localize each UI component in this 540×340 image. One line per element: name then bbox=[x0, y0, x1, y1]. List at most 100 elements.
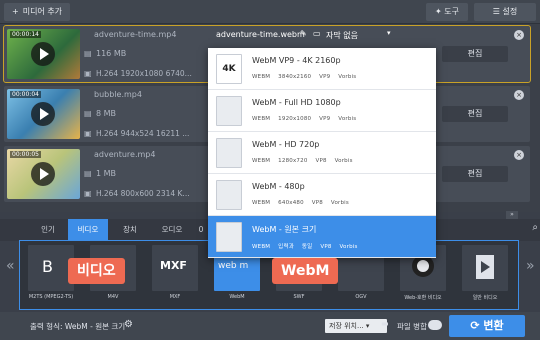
duration-label: 00:00:04 bbox=[10, 91, 41, 98]
close-icon[interactable]: × bbox=[514, 90, 524, 100]
tools-label: 도구 bbox=[444, 7, 459, 16]
format-label: MXF bbox=[169, 294, 181, 300]
video-thumbnail[interactable]: 00:00:05 bbox=[7, 149, 80, 199]
file-name: adventure-time.mp4 bbox=[94, 30, 177, 39]
subtitle-icon: ▭ bbox=[313, 29, 321, 38]
file-icon bbox=[216, 138, 242, 168]
video-info-icon: ▣ bbox=[84, 129, 92, 138]
chevron-down-icon[interactable]: ▾ bbox=[387, 29, 391, 37]
file-name: bubble.mp4 bbox=[94, 90, 142, 99]
search-icon[interactable]: ⌕ bbox=[532, 222, 538, 233]
video-thumbnail[interactable]: 00:00:04 bbox=[7, 89, 80, 139]
menu-icon: ☰ bbox=[492, 7, 500, 16]
tools-button[interactable]: ✦ 도구 bbox=[426, 3, 468, 21]
play-icon[interactable] bbox=[31, 162, 55, 186]
file-size-icon: ▤ bbox=[84, 109, 92, 118]
format-mxf[interactable]: MXF MXF bbox=[150, 245, 200, 309]
video-info-icon: ▣ bbox=[84, 189, 92, 198]
edit-button[interactable]: 편집 bbox=[442, 166, 508, 182]
collapse-chevron-icon[interactable]: » bbox=[506, 211, 518, 219]
scroll-left-icon[interactable]: « bbox=[6, 258, 15, 274]
format-label: SWF bbox=[293, 294, 305, 300]
convert-button[interactable]: ⟳ 변환 bbox=[449, 315, 525, 337]
preset-specs: WEBM 1920x1080 VP9 Vorbis bbox=[252, 116, 357, 122]
file-name: adventure.mp4 bbox=[94, 150, 156, 159]
preset-title: WebM - 480p bbox=[252, 182, 305, 191]
preset-item[interactable]: WebM - Full HD 1080p WEBM 1920x1080 VP9 … bbox=[208, 90, 436, 132]
video-info: H.264 1920x1080 6740... bbox=[96, 69, 192, 78]
video-info: H.264 800x600 2314 K... bbox=[96, 189, 190, 198]
save-location-button[interactable]: 저장 위치... ▾ bbox=[325, 319, 387, 333]
status-bar: 출력 형식: WebM - 원본 크기 ⚙ 저장 위치... ▾ ▬ 파일 병합… bbox=[0, 312, 540, 340]
video-callout: 비디오 bbox=[68, 258, 125, 284]
preset-item[interactable]: WebM - HD 720p WEBM 1280x720 VP8 Vorbis bbox=[208, 132, 436, 174]
video-info-icon: ▣ bbox=[84, 69, 92, 78]
pencil-icon[interactable]: ✎ bbox=[300, 29, 307, 38]
preset-item[interactable]: 4K WebM VP9 - 4K 2160p WEBM 3840x2160 VP… bbox=[208, 48, 436, 90]
file-icon bbox=[216, 96, 242, 126]
format-generic-video[interactable]: 일반 비디오 bbox=[460, 245, 510, 309]
format-label: 일반 비디오 bbox=[472, 295, 498, 301]
file-size: 116 MB bbox=[96, 49, 127, 58]
play-icon[interactable] bbox=[31, 42, 55, 66]
preset-specs: WEBM 640x480 VP8 Vorbis bbox=[252, 200, 349, 206]
subtitle-select[interactable]: 자막 없음 bbox=[326, 30, 358, 41]
format-label: M2TS (MPEG2-TS) bbox=[28, 294, 74, 300]
preset-title: WebM - Full HD 1080p bbox=[252, 98, 341, 107]
output-format-label: 출력 형식: WebM - 원본 크기 bbox=[30, 322, 126, 331]
tab-audio[interactable]: 오디오 bbox=[152, 219, 192, 241]
duration-label: 00:00:05 bbox=[10, 151, 41, 158]
duration-label: 00:00:14 bbox=[10, 31, 41, 38]
format-label: Web-호환 비디오 bbox=[404, 295, 442, 301]
tab-more[interactable]: 0 bbox=[194, 219, 208, 241]
save-location-label: 저장 위치... bbox=[329, 322, 364, 330]
file-size-icon: ▤ bbox=[84, 49, 92, 58]
webm-callout: WebM bbox=[272, 258, 339, 284]
video-info: H.264 944x524 16211 ... bbox=[96, 129, 190, 138]
preset-item-selected[interactable]: WebM - 원본 크기 WEBM 입력과 동일 VP8 Vorbis bbox=[208, 216, 436, 258]
preset-item[interactable]: WebM - 480p WEBM 640x480 VP8 Vorbis bbox=[208, 174, 436, 216]
convert-label: 변환 bbox=[483, 319, 504, 332]
settings-button[interactable]: ☰ 설정 bbox=[474, 3, 536, 21]
file-size: 8 MB bbox=[96, 109, 117, 118]
film-icon bbox=[462, 245, 508, 291]
file-icon bbox=[216, 180, 242, 210]
convert-icon: ⟳ bbox=[470, 319, 480, 332]
edit-button[interactable]: 편집 bbox=[442, 106, 508, 122]
4k-icon: 4K bbox=[216, 54, 242, 84]
settings-label: 설정 bbox=[502, 7, 518, 16]
preset-specs: WEBM 3840x2160 VP9 Vorbis bbox=[252, 74, 357, 80]
video-thumbnail[interactable]: 00:00:14 bbox=[7, 29, 80, 79]
gear-icon[interactable]: ⚙ bbox=[124, 319, 133, 330]
output-file-name[interactable]: adventure-time.webm bbox=[216, 30, 305, 39]
add-media-button[interactable]: + 미디어 추가 bbox=[4, 3, 71, 21]
wand-icon: ✦ bbox=[435, 7, 442, 16]
close-icon[interactable]: × bbox=[514, 150, 524, 160]
preset-title: WebM - 원본 크기 bbox=[252, 225, 317, 234]
top-toolbar: + 미디어 추가 ✦ 도구 ☰ 설정 bbox=[0, 0, 540, 24]
preset-title: WebM - HD 720p bbox=[252, 140, 320, 149]
folder-icon[interactable]: ▬ bbox=[381, 319, 389, 328]
tab-devices[interactable]: 장치 bbox=[110, 219, 150, 241]
play-icon[interactable] bbox=[31, 102, 55, 126]
preset-specs: WEBM 입력과 동일 VP8 Vorbis bbox=[252, 244, 358, 250]
merge-files-label: 파일 병합 bbox=[397, 322, 427, 331]
plus-icon: + bbox=[12, 7, 19, 16]
merge-toggle[interactable] bbox=[428, 320, 442, 330]
format-label: OGV bbox=[355, 294, 367, 300]
scroll-right-icon[interactable]: » bbox=[526, 258, 535, 274]
preset-dropdown: 4K WebM VP9 - 4K 2160p WEBM 3840x2160 VP… bbox=[208, 48, 436, 258]
preset-title: WebM VP9 - 4K 2160p bbox=[252, 56, 341, 65]
chevron-down-icon: ▾ bbox=[365, 322, 370, 330]
mxf-icon: MXF bbox=[152, 245, 198, 291]
edit-button[interactable]: 편집 bbox=[442, 46, 508, 62]
file-size: 1 MB bbox=[96, 169, 117, 178]
format-label: M4V bbox=[107, 294, 119, 300]
format-label: WebM bbox=[229, 294, 245, 300]
file-size-icon: ▤ bbox=[84, 169, 92, 178]
tab-video[interactable]: 비디오 bbox=[68, 219, 108, 241]
preset-specs: WEBM 1280x720 VP8 Vorbis bbox=[252, 158, 353, 164]
file-icon bbox=[216, 222, 242, 252]
tab-popular[interactable]: 인기 bbox=[30, 219, 66, 241]
close-icon[interactable]: × bbox=[514, 30, 524, 40]
